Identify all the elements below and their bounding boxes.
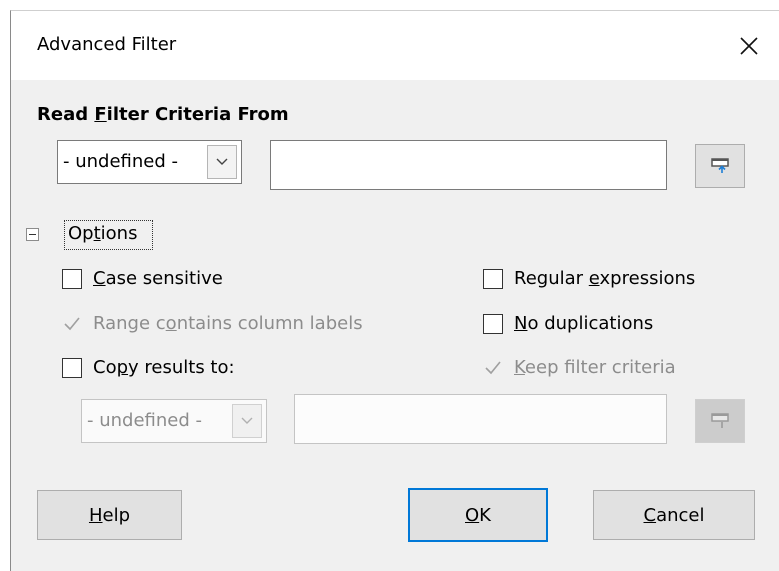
criteria-dropdown-button[interactable] (207, 145, 237, 179)
options-expander[interactable]: Options (64, 220, 153, 250)
cancel-button[interactable]: Cancel (593, 490, 755, 540)
no-duplications-checkbox[interactable] (483, 314, 503, 334)
copy-dropdown-button[interactable] (232, 404, 262, 438)
copy-results-input[interactable] (294, 394, 667, 444)
shrink-icon (711, 158, 729, 173)
criteria-range-select-value: - undefined - (63, 151, 178, 172)
regex-label: Regular expressions (514, 268, 696, 289)
keep-criteria-label: Keep filter criteria (514, 357, 676, 378)
title-bar: Advanced Filter (11, 11, 779, 80)
chevron-down-icon (216, 158, 228, 165)
shrink-icon (711, 413, 729, 428)
range-labels-label: Range contains column labels (93, 313, 363, 334)
keep-criteria-checkbox[interactable] (483, 358, 503, 378)
options-label: Options (68, 223, 138, 244)
help-button[interactable]: Help (37, 490, 182, 540)
case-sensitive-checkbox[interactable] (62, 269, 82, 289)
copy-shrink-button[interactable] (695, 399, 745, 443)
criteria-heading: Read Filter Criteria From (37, 104, 289, 125)
range-labels-checkbox[interactable] (62, 314, 82, 334)
chevron-down-icon (241, 417, 253, 424)
options-expander-toggle[interactable] (26, 228, 39, 241)
copy-results-select[interactable]: - undefined - (81, 399, 267, 443)
regex-checkbox[interactable] (483, 269, 503, 289)
case-sensitive-label: Case sensitive (93, 268, 223, 289)
checkmark-icon (485, 361, 501, 375)
copy-results-checkbox[interactable] (62, 358, 82, 378)
criteria-range-select[interactable]: - undefined - (57, 140, 242, 184)
advanced-filter-dialog: Advanced Filter Read Filter Criteria Fro… (10, 10, 779, 571)
criteria-range-input[interactable] (270, 140, 667, 190)
criteria-shrink-button[interactable] (695, 144, 745, 188)
checkmark-icon (64, 317, 80, 331)
close-button[interactable] (729, 26, 769, 66)
no-duplications-label: No duplications (514, 313, 654, 334)
close-icon (740, 37, 758, 55)
copy-results-select-value: - undefined - (87, 410, 202, 431)
ok-button[interactable]: OK (408, 488, 548, 542)
dialog-title: Advanced Filter (37, 34, 177, 55)
copy-results-label: Copy results to: (93, 357, 235, 378)
